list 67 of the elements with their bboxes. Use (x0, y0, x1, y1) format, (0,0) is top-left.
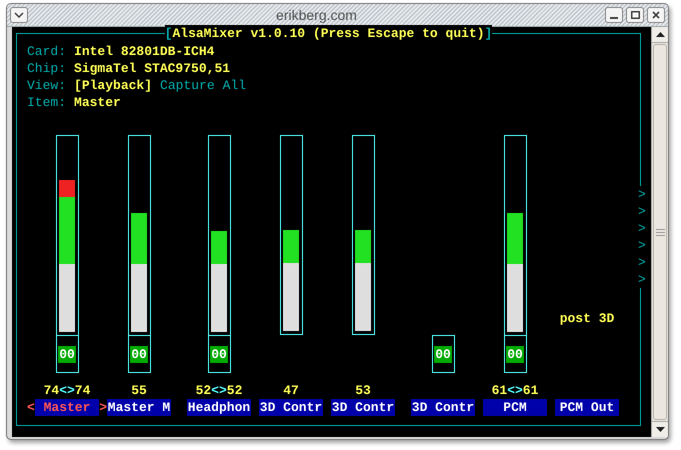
scroll-up-button[interactable] (652, 27, 668, 43)
channel-label[interactable]: 3D Contr (259, 399, 323, 416)
scroll-down-button[interactable] (652, 421, 668, 437)
selection-mark: < (27, 399, 35, 416)
channel-label[interactable]: 3D Contr (331, 399, 395, 416)
maximize-button[interactable] (626, 7, 644, 23)
field-label: Chip: (27, 60, 66, 77)
volume-value: 47 (283, 382, 299, 399)
channel-label[interactable]: PCM Out (555, 399, 619, 416)
channel-label[interactable]: 3D Contr (411, 399, 475, 416)
volume-value: 74 (74, 382, 90, 399)
link-mark: <> (59, 382, 75, 399)
channel-label[interactable]: Master (35, 399, 99, 416)
mute-value: 00 (506, 346, 524, 362)
volume-value: 74 (44, 382, 60, 399)
volume-value: 52 (196, 382, 212, 399)
volume-slider[interactable] (56, 135, 78, 335)
arrow-up-icon (656, 32, 664, 37)
link-mark: <> (507, 382, 523, 399)
scroll-mark: > (638, 203, 647, 220)
window-title: erikberg.com (275, 6, 358, 25)
volume-value: 61 (522, 382, 538, 399)
mute-value: 00 (58, 346, 76, 362)
field-value: Intel 82801DB-ICH4 (74, 43, 214, 60)
bracket: [ (164, 25, 172, 42)
channel-label[interactable]: Master M (107, 399, 171, 416)
field-label: Item: (27, 94, 66, 111)
mute-value: 00 (130, 346, 148, 362)
volume-slider[interactable] (208, 135, 230, 335)
field-label: View: (27, 77, 66, 94)
volume-value: 55 (131, 382, 147, 399)
mute-value: 00 (434, 346, 452, 362)
field-value: SigmaTel STAC9750,51 (74, 60, 230, 77)
field-label: Card: (27, 43, 66, 60)
link-mark: <> (211, 382, 227, 399)
volume-slider[interactable] (504, 135, 526, 335)
scroll-mark: > (638, 237, 647, 254)
volume-value: 53 (355, 382, 371, 399)
scroll-mark: > (638, 220, 647, 237)
volume-value: 52 (226, 382, 242, 399)
volume-slider[interactable] (352, 135, 374, 335)
arrow-down-icon (656, 427, 664, 432)
field-value: Master (74, 94, 121, 111)
mixer-title: AlsaMixer v1.0.10 (Press Escape to quit) (172, 25, 485, 42)
chevron-down-icon (14, 12, 24, 18)
selection-mark: > (99, 399, 107, 416)
minimize-button[interactable] (605, 7, 623, 23)
view-option[interactable]: [Playback] (74, 77, 152, 94)
maximize-icon (630, 11, 640, 19)
scroll-thumb[interactable] (653, 44, 667, 420)
view-option[interactable]: All (222, 77, 246, 94)
close-button[interactable] (647, 7, 665, 23)
volume-slider[interactable] (280, 135, 302, 335)
scroll-mark: > (638, 271, 647, 288)
scrollbar[interactable] (651, 27, 668, 437)
close-icon (652, 11, 660, 19)
channel-label[interactable]: Headphon (187, 399, 251, 416)
volume-value: 61 (492, 382, 508, 399)
scroll-mark: > (638, 254, 647, 271)
scroll-mark: > (638, 186, 647, 203)
enum-value: post 3D (560, 310, 614, 327)
mute-value: 00 (210, 346, 228, 362)
grip-icon (656, 228, 664, 236)
volume-slider[interactable] (128, 135, 150, 335)
view-option[interactable]: Capture (160, 77, 215, 94)
window-menu-button[interactable] (10, 7, 28, 23)
channel-label[interactable]: PCM (483, 399, 547, 416)
